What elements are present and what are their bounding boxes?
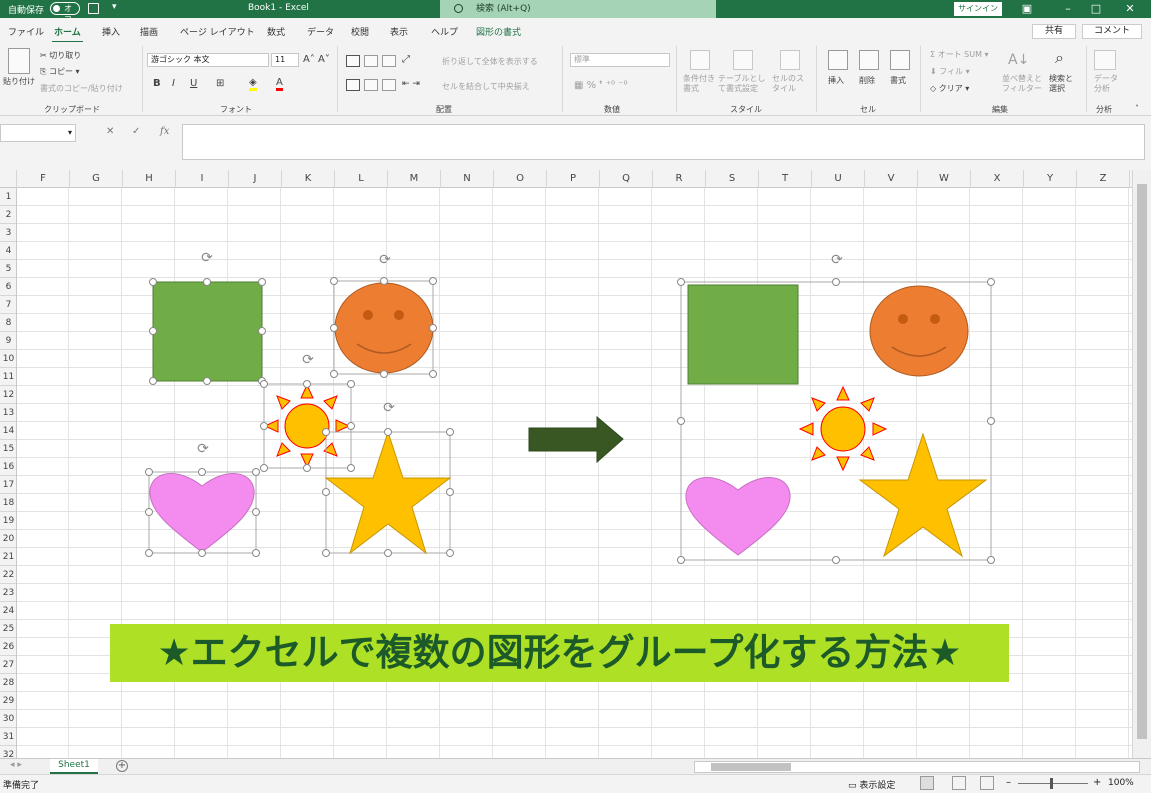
status-bar: 準備完了 ▭ 表示設定 – + 100%	[0, 774, 1151, 793]
smiley-face-shape[interactable]	[334, 282, 434, 374]
green-square-shape[interactable]	[687, 284, 799, 385]
sheet-tabs-bar: ◂ ▸ Sheet1 +	[0, 758, 1151, 774]
rotate-handle-icon[interactable]: ⟳	[831, 252, 843, 268]
normal-view-icon[interactable]	[920, 776, 934, 790]
before-panel: ⟳ ⟳ ⟳ ⟳ ⟳	[145, 250, 454, 557]
scroll-thumb[interactable]	[1137, 184, 1147, 739]
rotate-handle-icon[interactable]: ⟳	[383, 400, 395, 416]
zoom-slider[interactable]	[1018, 783, 1088, 784]
zoom-out-icon[interactable]: –	[1006, 777, 1011, 788]
rotate-handle-icon[interactable]: ⟳	[197, 441, 209, 457]
zoom-slider-thumb[interactable]	[1050, 778, 1053, 789]
star-shape[interactable]	[858, 432, 988, 558]
right-arrow-shape	[528, 415, 624, 464]
sheet-tab-sheet1[interactable]: Sheet1	[50, 759, 98, 774]
green-square-shape[interactable]	[152, 281, 263, 382]
display-settings-button[interactable]: ▭ 表示設定	[848, 778, 895, 791]
sheet-nav-icon[interactable]: ◂ ▸	[10, 760, 22, 770]
add-sheet-icon[interactable]: +	[116, 760, 128, 772]
star-shape[interactable]	[324, 430, 452, 555]
rotate-handle-icon[interactable]: ⟳	[201, 250, 213, 266]
after-panel: ⟳	[677, 252, 995, 564]
rotate-handle-icon[interactable]: ⟳	[379, 252, 391, 268]
page-layout-view-icon[interactable]	[952, 776, 966, 790]
sun-shape[interactable]	[798, 385, 888, 472]
rotate-handle-icon[interactable]: ⟳	[302, 352, 314, 368]
sun-shape[interactable]	[263, 383, 351, 469]
heart-shape[interactable]	[149, 473, 255, 553]
scroll-thumb[interactable]	[711, 763, 791, 771]
smiley-face-shape[interactable]	[869, 285, 969, 377]
horizontal-scrollbar[interactable]	[694, 761, 1140, 773]
zoom-in-icon[interactable]: +	[1093, 777, 1101, 788]
vertical-scrollbar[interactable]	[1132, 170, 1151, 758]
title-banner: ★エクセルで複数の図形をグループ化する方法★	[110, 624, 1009, 682]
zoom-level[interactable]: 100%	[1108, 778, 1134, 788]
heart-shape[interactable]	[685, 477, 791, 556]
status-ready: 準備完了	[3, 781, 40, 791]
page-break-view-icon[interactable]	[980, 776, 994, 790]
